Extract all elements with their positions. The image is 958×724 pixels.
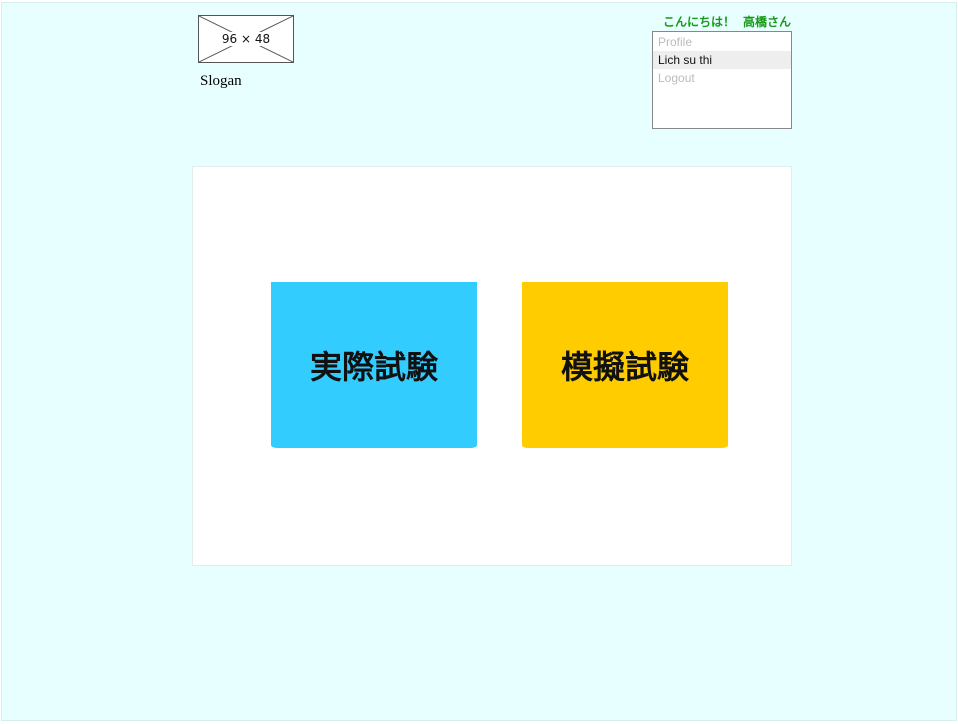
user-greeting: こんにちは！ 高橋さん — [663, 13, 791, 30]
greeting-text: こんにちは！ — [663, 15, 736, 29]
real-exam-button[interactable]: 実際試験 — [271, 282, 477, 448]
real-exam-label: 実際試験 — [309, 348, 438, 386]
main-panel: 実際試験 模擬試験 — [192, 166, 792, 566]
logo-size-label: 96 × 48 — [220, 32, 272, 46]
menu-item-exam-history[interactable]: Lich su thi — [653, 51, 791, 69]
menu-item-logout[interactable]: Logout — [653, 69, 791, 87]
page-background: 96 × 48 Slogan こんにちは！ 高橋さん Profile Lich s… — [1, 2, 957, 721]
menu-item-profile[interactable]: Profile — [653, 33, 791, 51]
user-name[interactable]: 高橋さん — [743, 15, 791, 29]
slogan: Slogan — [200, 73, 242, 89]
mock-exam-button[interactable]: 模擬試験 — [522, 282, 728, 448]
user-dropdown-menu: Profile Lich su thi Logout — [652, 31, 792, 129]
logo-placeholder: 96 × 48 — [198, 15, 294, 63]
logo-size-label-wrap: 96 × 48 — [199, 16, 293, 62]
mock-exam-label: 模擬試験 — [560, 348, 689, 386]
